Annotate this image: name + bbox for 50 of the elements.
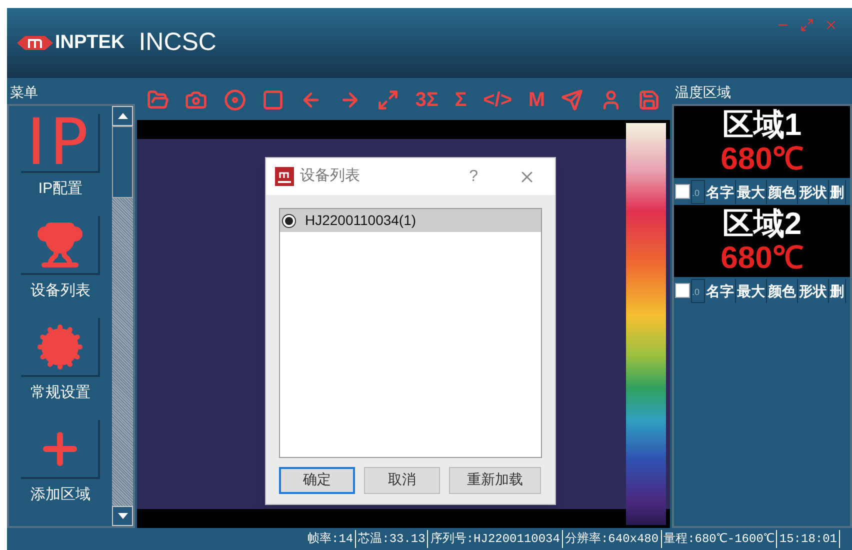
maximize-icon[interactable]: [800, 18, 814, 32]
brand-name: INPTEK: [55, 30, 125, 55]
status-item: 帧率:14: [306, 530, 356, 548]
zone-action-button[interactable]: 颜色: [767, 278, 798, 302]
close-icon[interactable]: [824, 18, 838, 32]
zone-checkbox[interactable]: [675, 184, 690, 199]
dialog-title: 设备列表: [300, 166, 361, 186]
zone-action-button[interactable]: 形状: [798, 180, 829, 204]
dialog-button[interactable]: 重新加载: [449, 467, 541, 494]
gear-icon: [36, 322, 84, 370]
menu-label: 添加区域: [30, 487, 90, 502]
app-title: INCSC: [138, 27, 216, 58]
scroll-down-icon[interactable]: [118, 513, 128, 519]
status-item: 芯温:33.13: [356, 530, 428, 548]
zone-action-button[interactable]: 删: [829, 278, 846, 302]
zone-temperature: 680℃: [720, 241, 804, 275]
device-label: HJ2200110034(1): [305, 211, 416, 230]
zone-action-button[interactable]: 删: [829, 180, 846, 204]
zone-temperature: 680℃: [720, 142, 804, 176]
status-item: 序列号:HJ2200110034: [428, 530, 563, 548]
menu-title: 菜单: [9, 83, 39, 102]
status-item: 15:18:01: [777, 530, 840, 548]
zone-name: 区域1: [722, 108, 802, 142]
trophy-icon: [36, 220, 84, 268]
dialog-button[interactable]: 取消: [364, 467, 440, 494]
logo-icon: [17, 34, 53, 52]
menu-label: IP配置: [38, 181, 83, 196]
scroll-thumb[interactable]: [112, 126, 133, 198]
status-item: 量程:680℃-1600℃: [662, 530, 778, 548]
zone-action-button[interactable]: 形状: [798, 278, 829, 302]
status-item: 分辨率:640x480: [562, 530, 662, 548]
dialog-button[interactable]: 确定: [279, 467, 355, 494]
scroll-up-icon[interactable]: [118, 113, 128, 119]
value-field[interactable]: .0: [691, 278, 705, 302]
menu-label: 设备列表: [30, 283, 90, 298]
zone-action-button[interactable]: 颜色: [767, 180, 798, 204]
zone-checkbox[interactable]: [675, 283, 690, 298]
dialog-logo-icon: [275, 167, 294, 186]
value-field[interactable]: .0: [691, 180, 705, 204]
zone-action-button[interactable]: 最大: [736, 180, 767, 204]
zone-name: 区域2: [722, 207, 802, 241]
zones-title: 温度区域: [674, 83, 732, 102]
zone-action-button[interactable]: 名字: [705, 278, 736, 302]
device-item[interactable]: HJ2200110034(1): [280, 209, 541, 232]
menu-label: 常规设置: [30, 385, 90, 400]
zone-action-button[interactable]: 名字: [705, 180, 736, 204]
scrollbar[interactable]: [112, 106, 133, 526]
zone-action-button[interactable]: 最大: [736, 278, 767, 302]
help-button[interactable]: ?: [469, 164, 478, 188]
radio-icon[interactable]: [282, 214, 296, 228]
